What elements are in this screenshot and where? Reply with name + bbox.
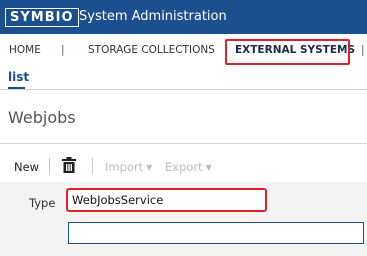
trash-icon[interactable] xyxy=(62,157,76,173)
nav-separator: | xyxy=(361,44,365,56)
import-label: Import xyxy=(105,160,144,174)
nav-separator: | xyxy=(61,44,65,56)
page-title: Webjobs xyxy=(8,108,76,127)
chevron-down-icon: ▼ xyxy=(146,163,153,172)
highlight-box-external-systems xyxy=(225,39,350,65)
sub-nav: list xyxy=(0,68,367,96)
export-menu[interactable]: Export ▼ xyxy=(165,160,212,174)
nav-home[interactable]: HOME xyxy=(9,44,41,57)
new-button[interactable]: New xyxy=(14,160,39,174)
toolbar: New Import ▼ Export ▼ xyxy=(0,150,367,182)
type-field[interactable]: WebJobsService xyxy=(66,188,267,212)
chevron-down-icon: ▼ xyxy=(205,163,212,172)
import-menu[interactable]: Import ▼ xyxy=(105,160,152,174)
app-header: SYMBIO System Administration xyxy=(0,0,367,34)
title-divider xyxy=(0,143,367,144)
toolbar-separator xyxy=(92,158,93,174)
toolbar-separator xyxy=(49,158,50,174)
app-title: System Administration xyxy=(79,9,227,24)
symbio-logo[interactable]: SYMBIO xyxy=(5,8,79,27)
secondary-input[interactable] xyxy=(68,222,364,244)
subnav-divider xyxy=(0,89,367,90)
tab-list[interactable]: list xyxy=(8,70,29,85)
type-label: Type xyxy=(29,196,56,210)
export-label: Export xyxy=(165,160,203,174)
nav-storage-collections[interactable]: STORAGE COLLECTIONS xyxy=(88,44,215,57)
